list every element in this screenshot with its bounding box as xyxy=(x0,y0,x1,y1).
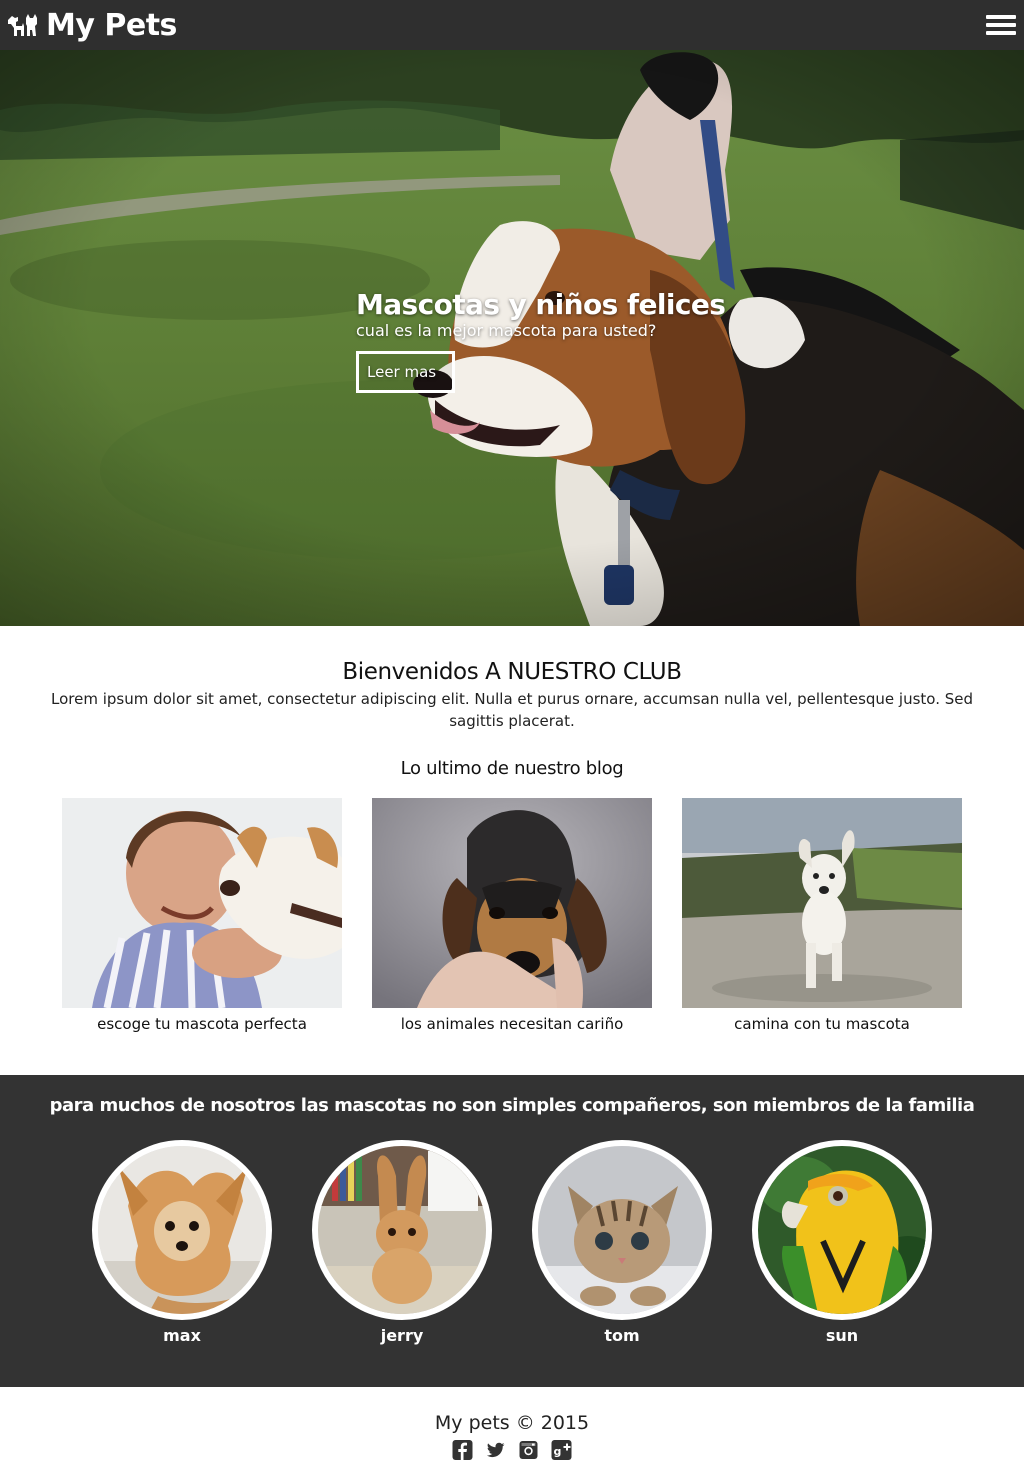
read-more-button[interactable]: Leer mas xyxy=(356,351,455,393)
rabbit-photo xyxy=(318,1146,486,1314)
facebook-icon[interactable] xyxy=(452,1440,473,1460)
brand[interactable]: My Pets xyxy=(6,8,177,43)
pet-name: sun xyxy=(825,1326,859,1345)
hero-banner: Mascotas y niños felices cual es la mejo… xyxy=(0,50,1024,626)
pet-card[interactable]: sun xyxy=(752,1140,932,1345)
blog-post-card[interactable]: los animales necesitan cariño xyxy=(372,798,652,1034)
social-links: g xyxy=(0,1440,1024,1460)
blog-post-caption[interactable]: los animales necesitan cariño xyxy=(372,1014,652,1034)
pet-name: max xyxy=(163,1326,201,1345)
hero-title: Mascotas y niños felices xyxy=(356,288,726,321)
copyright-text: My pets © 2015 xyxy=(434,1412,590,1434)
family-section: para muchos de nosotros las mascotas no … xyxy=(0,1075,1024,1387)
google-plus-icon[interactable]: g xyxy=(551,1440,572,1460)
pet-avatar[interactable] xyxy=(312,1140,492,1320)
footer: My pets © 2015 g xyxy=(0,1412,1024,1460)
welcome-text: Lorem ipsum dolor sit amet, consectetur … xyxy=(50,690,974,730)
brand-name: My Pets xyxy=(46,7,177,43)
blog-post-3-image[interactable] xyxy=(682,798,962,1008)
pet-name: jerry xyxy=(380,1326,424,1345)
instagram-icon[interactable] xyxy=(518,1440,539,1460)
blog-post-card[interactable]: camina con tu mascota xyxy=(682,798,962,1034)
pet-avatar[interactable] xyxy=(752,1140,932,1320)
welcome-title: Bienvenidos A NUESTRO CLUB xyxy=(342,659,682,685)
pet-card[interactable]: jerry xyxy=(312,1140,492,1345)
top-navbar: My Pets xyxy=(0,0,1024,50)
dog-and-cat-icon xyxy=(8,14,37,36)
svg-text:g: g xyxy=(554,1445,562,1458)
family-section-title: para muchos de nosotros las mascotas no … xyxy=(49,1095,975,1116)
blog-post-1-image[interactable] xyxy=(62,798,342,1008)
chihuahua-photo xyxy=(98,1146,266,1314)
welcome-section: Bienvenidos A NUESTRO CLUB Lorem ipsum d… xyxy=(0,656,1024,732)
blog-post-card[interactable]: escoge tu mascota perfecta xyxy=(62,798,342,1034)
hero-subtitle: cual es la mejor mascota para usted? xyxy=(356,321,657,340)
blog-post-2-image[interactable] xyxy=(372,798,652,1008)
twitter-icon[interactable] xyxy=(485,1440,506,1460)
parrot-photo xyxy=(758,1146,926,1314)
blog-section-title: Lo ultimo de nuestro blog xyxy=(400,758,624,779)
pet-avatar[interactable] xyxy=(532,1140,712,1320)
kitten-photo xyxy=(538,1146,706,1314)
blog-post-caption[interactable]: camina con tu mascota xyxy=(682,1014,962,1034)
pet-avatar[interactable] xyxy=(92,1140,272,1320)
pet-card[interactable]: max xyxy=(92,1140,272,1345)
pet-name: tom xyxy=(604,1326,640,1345)
hamburger-menu-icon[interactable] xyxy=(986,10,1016,40)
blog-post-caption[interactable]: escoge tu mascota perfecta xyxy=(62,1014,342,1034)
pet-card[interactable]: tom xyxy=(532,1140,712,1345)
hero-text: Mascotas y niños felices cual es la mejo… xyxy=(356,288,726,393)
